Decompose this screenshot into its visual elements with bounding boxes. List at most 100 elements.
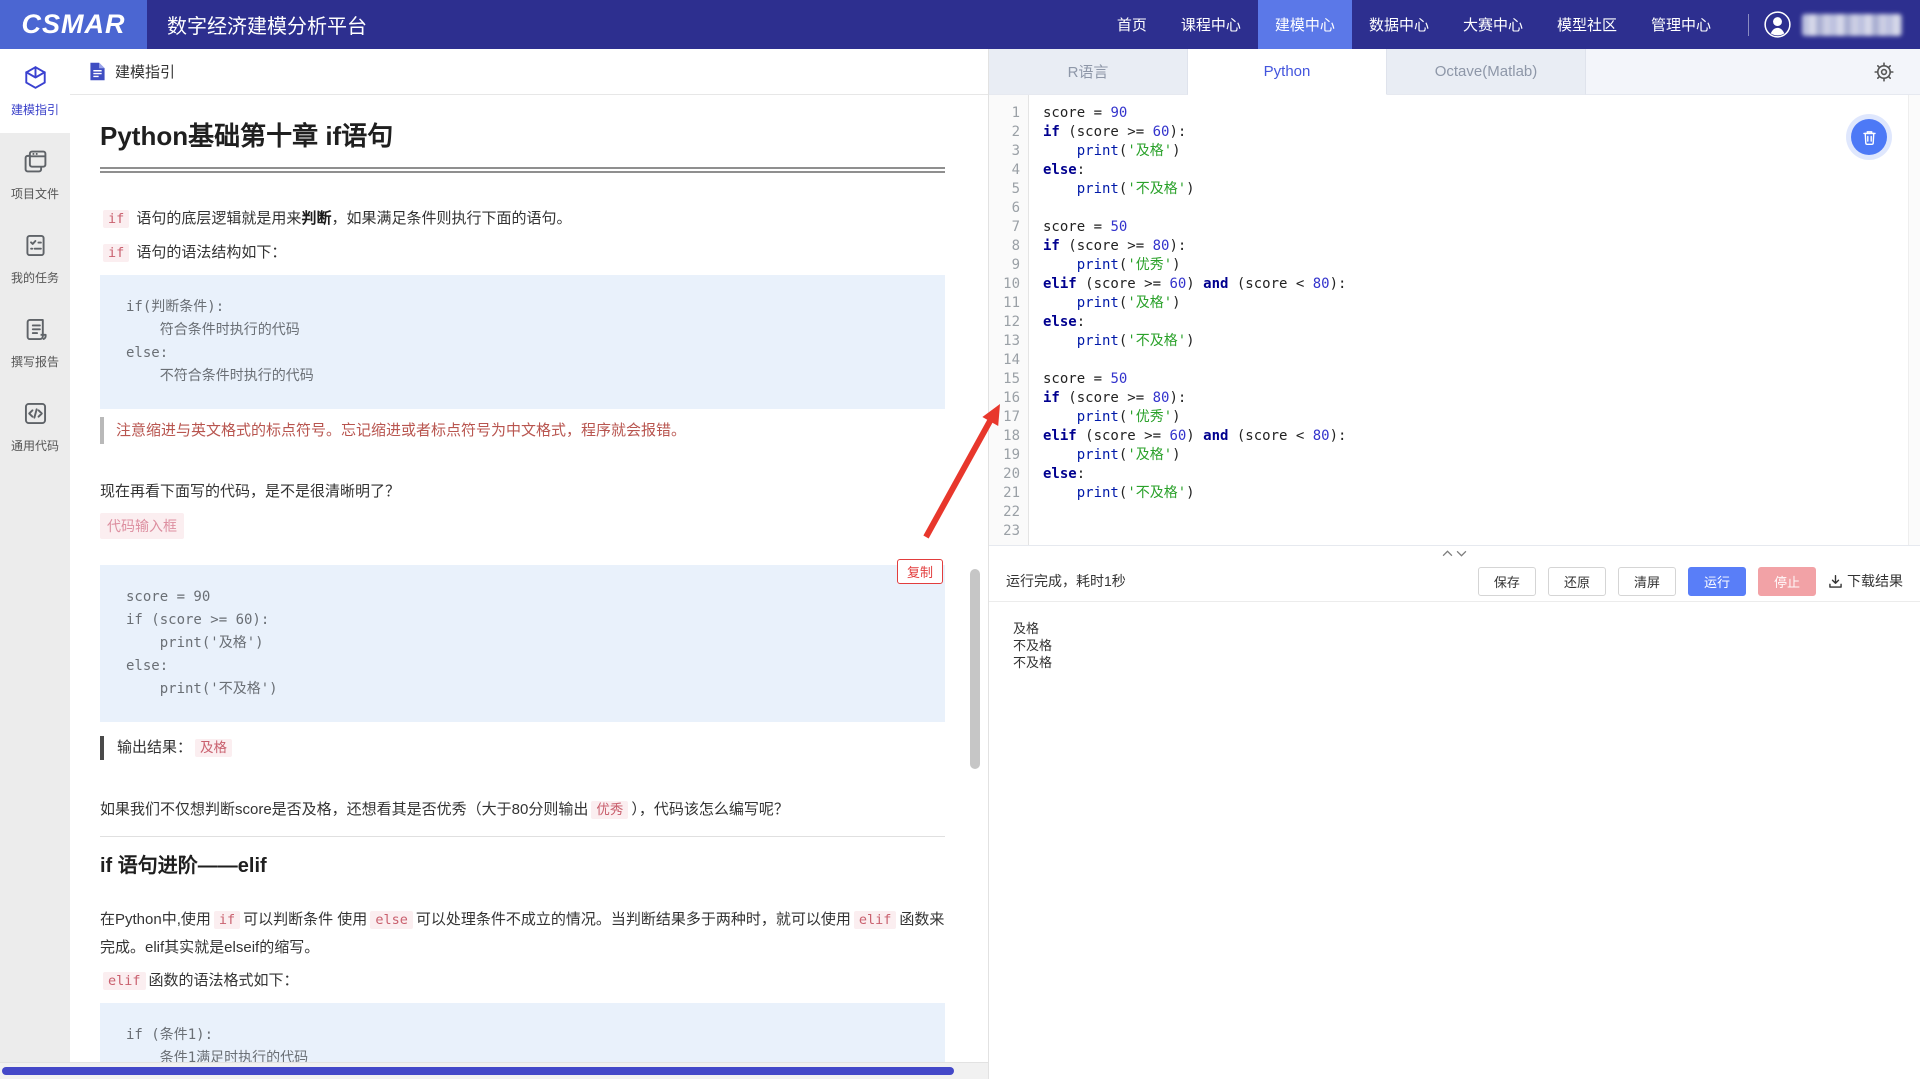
inline-code: if bbox=[103, 244, 129, 262]
tab-Python[interactable]: Python bbox=[1188, 49, 1387, 95]
inline-code: 及格 bbox=[195, 739, 232, 757]
code-line: print('及格') bbox=[1043, 142, 1920, 161]
code-line: else: bbox=[1043, 313, 1920, 332]
run-toolbar: 运行完成，耗时1秒 保存还原清屏运行停止下载结果 bbox=[989, 561, 1920, 602]
toolbar-buttons: 保存还原清屏运行停止下载结果 bbox=[1478, 567, 1903, 596]
inline-code: elif bbox=[854, 911, 897, 929]
code-runner-panel: R语言PythonOctave(Matlab) 1234567891011121… bbox=[988, 49, 1920, 1079]
sidebar-item-label: 建模指引 bbox=[11, 101, 59, 118]
code-line: print('优秀') bbox=[1043, 408, 1920, 427]
line-number: 1 bbox=[989, 104, 1020, 123]
trash-icon bbox=[1861, 129, 1878, 146]
line-number: 17 bbox=[989, 408, 1020, 427]
line-number: 7 bbox=[989, 218, 1020, 237]
doc-divider bbox=[100, 836, 945, 837]
tasks-icon bbox=[22, 232, 49, 262]
doc-code: score = 90 if (score >= 60): print('及格')… bbox=[100, 565, 945, 722]
download-results-button[interactable]: 下载结果 bbox=[1828, 571, 1903, 591]
sidebar-item-建模指引[interactable]: 建模指引 bbox=[0, 49, 70, 133]
output-line: 不及格 bbox=[1013, 654, 1920, 671]
code-line bbox=[1043, 522, 1920, 541]
line-number: 6 bbox=[989, 199, 1020, 218]
horizontal-scrollbar-thumb[interactable] bbox=[2, 1067, 954, 1075]
doc-code-block: score = 90 if (score >= 60): print('及格')… bbox=[100, 565, 945, 722]
doc-code-block: if(判断条件): 符合条件时执行的代码 else: 不符合条件时执行的代码 bbox=[100, 275, 945, 409]
code-line: print('不及格') bbox=[1043, 180, 1920, 199]
top-nav: 首页课程中心建模中心数据中心大赛中心模型社区管理中心 bbox=[1100, 0, 1728, 49]
stop-button[interactable]: 停止 bbox=[1758, 567, 1816, 596]
restore-button[interactable]: 还原 bbox=[1548, 567, 1606, 596]
editor-line-numbers: 1234567891011121314151617181920212223 bbox=[989, 95, 1029, 545]
line-number: 14 bbox=[989, 351, 1020, 370]
sidebar-item-撰写报告[interactable]: 撰写报告 bbox=[0, 301, 70, 385]
line-number: 16 bbox=[989, 389, 1020, 408]
top-divider bbox=[1748, 14, 1749, 36]
nav-item-课程中心[interactable]: 课程中心 bbox=[1164, 0, 1258, 49]
code-line: elif (score >= 60) and (score < 80): bbox=[1043, 427, 1920, 446]
nav-item-数据中心[interactable]: 数据中心 bbox=[1352, 0, 1446, 49]
files-icon bbox=[22, 148, 49, 178]
nav-item-建模中心[interactable]: 建模中心 bbox=[1258, 0, 1352, 49]
code-line: score = 50 bbox=[1043, 370, 1920, 389]
inline-code: elif bbox=[103, 972, 146, 990]
code-line: print('优秀') bbox=[1043, 256, 1920, 275]
editor-vertical-scrollbar[interactable] bbox=[1908, 95, 1920, 545]
language-tabs: R语言PythonOctave(Matlab) bbox=[989, 49, 1920, 95]
nav-item-模型社区[interactable]: 模型社区 bbox=[1540, 0, 1634, 49]
line-number: 5 bbox=[989, 180, 1020, 199]
sidebar-item-我的任务[interactable]: 我的任务 bbox=[0, 217, 70, 301]
code-line: if (score >= 80): bbox=[1043, 237, 1920, 256]
sidebar-item-label: 通用代码 bbox=[11, 437, 59, 454]
inline-code: if bbox=[103, 210, 129, 228]
line-number: 15 bbox=[989, 370, 1020, 389]
editor-code-area[interactable]: score = 90if (score >= 60): print('及格')e… bbox=[1029, 95, 1920, 545]
tab-R语言[interactable]: R语言 bbox=[989, 49, 1188, 95]
code-icon bbox=[22, 400, 49, 430]
line-number: 12 bbox=[989, 313, 1020, 332]
doc-paragraph: 现在再看下面写的代码，是不是很清晰明了？ bbox=[100, 478, 945, 505]
editor-collapse-handle[interactable] bbox=[989, 545, 1920, 561]
sidebar-item-label: 撰写报告 bbox=[11, 353, 59, 370]
doc-paragraph: if 语句的底层逻辑就是用来判断，如果满足条件则执行下面的语句。 bbox=[100, 205, 945, 233]
line-number: 23 bbox=[989, 522, 1020, 541]
top-bar: CSMAR 数字经济建模分析平台 首页课程中心建模中心数据中心大赛中心模型社区管… bbox=[0, 0, 1920, 49]
nav-item-管理中心[interactable]: 管理中心 bbox=[1634, 0, 1728, 49]
line-number: 2 bbox=[989, 123, 1020, 142]
sidebar: 建模指引项目文件我的任务撰写报告通用代码 bbox=[0, 49, 70, 1079]
line-number: 8 bbox=[989, 237, 1020, 256]
line-number: 22 bbox=[989, 503, 1020, 522]
code-line: print('不及格') bbox=[1043, 332, 1920, 351]
doc-vertical-scrollbar-thumb[interactable] bbox=[970, 569, 980, 769]
document-icon bbox=[89, 62, 106, 81]
sidebar-item-通用代码[interactable]: 通用代码 bbox=[0, 385, 70, 469]
sidebar-item-项目文件[interactable]: 项目文件 bbox=[0, 133, 70, 217]
code-line: if (score >= 80): bbox=[1043, 389, 1920, 408]
save-button[interactable]: 保存 bbox=[1478, 567, 1536, 596]
clear-button[interactable]: 清屏 bbox=[1618, 567, 1676, 596]
doc-paragraph: if 语句的语法结构如下： bbox=[100, 239, 945, 267]
tab-Octave(Matlab)[interactable]: Octave(Matlab) bbox=[1387, 49, 1586, 95]
code-line bbox=[1043, 351, 1920, 370]
line-number: 18 bbox=[989, 427, 1020, 446]
sidebar-item-label: 项目文件 bbox=[11, 185, 59, 202]
report-icon bbox=[22, 316, 49, 346]
code-line: else: bbox=[1043, 465, 1920, 484]
inline-code: if bbox=[214, 911, 240, 929]
inline-code: 优秀 bbox=[591, 801, 628, 819]
nav-item-首页[interactable]: 首页 bbox=[1100, 0, 1164, 49]
settings-gear-icon[interactable] bbox=[1872, 60, 1896, 84]
nav-item-大赛中心[interactable]: 大赛中心 bbox=[1446, 0, 1540, 49]
run-button[interactable]: 运行 bbox=[1688, 567, 1746, 596]
copy-button[interactable]: 复制 bbox=[897, 559, 943, 584]
guide-panel-title: 建模指引 bbox=[115, 61, 175, 82]
line-number: 13 bbox=[989, 332, 1020, 351]
code-line: score = 50 bbox=[1043, 218, 1920, 237]
clear-code-button[interactable] bbox=[1851, 119, 1887, 155]
user-avatar-icon[interactable] bbox=[1763, 10, 1792, 39]
title-double-rule bbox=[100, 167, 945, 173]
line-number: 9 bbox=[989, 256, 1020, 275]
doc-label-wrap: 代码输入框 bbox=[100, 511, 945, 551]
doc-paragraph: 如果我们不仅想判断score是否及格，还想看其是否优秀（大于80分则输出优秀），… bbox=[100, 796, 945, 824]
doc-section-heading: if 语句进阶——elif bbox=[100, 849, 945, 878]
cube-icon bbox=[22, 64, 49, 94]
